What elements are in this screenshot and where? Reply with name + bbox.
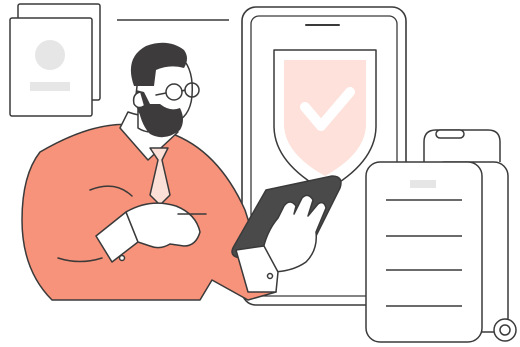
glasses-bridge	[181, 89, 186, 92]
suitcase-icon	[365, 129, 517, 343]
passport-icon	[9, 3, 101, 117]
suitcase-front-shell	[365, 161, 483, 343]
left-cuff-button	[118, 254, 126, 262]
suitcase-wheel-hub	[499, 324, 511, 336]
passport-text-block	[30, 82, 70, 91]
illustration-scene	[0, 0, 520, 347]
cuff-button	[266, 272, 274, 280]
suitcase-tag	[410, 180, 436, 188]
illustration-canvas	[9, 3, 517, 343]
passport-photo	[35, 40, 65, 70]
suitcase-handle-grip	[435, 129, 465, 139]
